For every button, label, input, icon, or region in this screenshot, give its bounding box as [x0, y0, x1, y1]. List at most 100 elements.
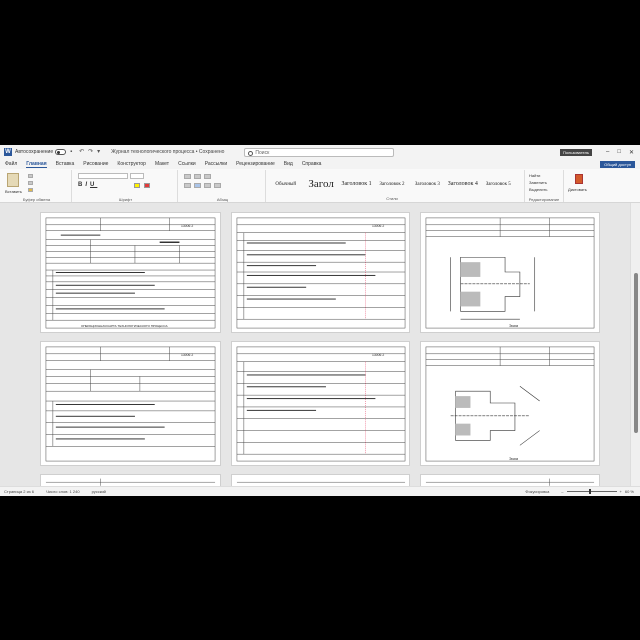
style-heading-2[interactable]: Заголовок 2 [374, 182, 409, 187]
tab-draw[interactable]: Рисование [83, 161, 108, 167]
tab-insert[interactable]: Вставка [56, 161, 75, 167]
page-5-table [236, 346, 406, 462]
save-icon[interactable]: ▪ [70, 149, 76, 155]
editing-group: Найти Заменить Выделить Редактирование [524, 170, 564, 202]
font-size-select[interactable] [130, 173, 144, 179]
styles-gallery: Обычный Загол Заголовок 1 Заголовок 2 За… [268, 171, 516, 197]
paste-icon[interactable] [7, 173, 19, 187]
close-icon[interactable]: ✕ [629, 149, 634, 156]
scrollbar-thumb[interactable] [634, 273, 638, 433]
numbering-icon[interactable] [194, 174, 201, 179]
styles-label: Стили [386, 196, 398, 201]
paragraph-group: Абзац [180, 170, 266, 202]
share-button[interactable]: Общий доступ [600, 160, 635, 168]
page-5: 13006 2 [231, 341, 410, 466]
justify-icon[interactable] [214, 183, 221, 188]
style-normal[interactable]: Обычный [268, 182, 303, 187]
cut-icon[interactable] [28, 174, 33, 178]
page-8-table [236, 481, 406, 483]
zoom-slider[interactable] [566, 489, 617, 494]
tab-home[interactable]: Главная [26, 161, 47, 168]
page-2-code: 13006 2 [372, 224, 385, 228]
search-input[interactable]: Поиск [244, 147, 395, 157]
style-heading-4[interactable]: Заголовок 4 [445, 181, 480, 187]
language[interactable]: русский [92, 489, 106, 494]
style-title[interactable]: Загол [303, 178, 338, 190]
align-center-icon[interactable] [194, 183, 201, 188]
tab-layout[interactable]: Макет [155, 161, 169, 167]
page-count[interactable]: Страница 2 из 6 [4, 489, 34, 494]
page-4-code: 13006 2 [181, 353, 194, 357]
dictate-icon[interactable] [575, 174, 583, 184]
page-4-table [45, 346, 216, 462]
tab-file[interactable]: Файл [5, 161, 17, 167]
page-9 [420, 474, 600, 486]
font-group: BIU Шрифт [74, 170, 178, 202]
style-heading-3[interactable]: Заголовок 3 [410, 182, 445, 187]
font-label: Шрифт [118, 197, 133, 202]
voice-group: Диктовать [566, 170, 592, 202]
status-bar: Страница 2 из 6 Число слов: 1 240 русски… [0, 486, 640, 496]
select-button[interactable]: Выделить [529, 187, 547, 192]
zoom-control: – + 60 % [561, 489, 634, 494]
quick-access-toolbar: ▪ ↶ ↷ ▾ [70, 149, 103, 155]
document-workspace[interactable]: 13006 2 ОПЕРАЦИОННАЯ КАРТА ТЕХНОЛОГИЧЕСК… [0, 203, 630, 486]
page-6-sketch [425, 346, 595, 462]
word-window: W Автосохранение ▪ ↶ ↷ ▾ Журнал технолог… [0, 145, 640, 496]
word-count[interactable]: Число слов: 1 240 [46, 489, 80, 494]
page-1-code: 13006 2 [181, 224, 194, 228]
tab-review[interactable]: Рецензирование [236, 161, 275, 167]
align-left-icon[interactable] [184, 183, 191, 188]
customize-icon[interactable]: ▾ [97, 149, 103, 155]
window-controls: – □ ✕ [606, 149, 634, 156]
zoom-out-icon[interactable]: – [561, 489, 563, 494]
page-2: 13006 2 [231, 212, 410, 333]
font-format-buttons[interactable]: BIU [78, 182, 97, 188]
tab-help[interactable]: Справка [302, 161, 322, 167]
autosave-label: Автосохранение [15, 149, 54, 155]
paragraph-label: Абзац [216, 197, 229, 202]
copy-icon[interactable] [28, 181, 33, 185]
screen-background: W Автосохранение ▪ ↶ ↷ ▾ Журнал технолог… [0, 0, 640, 640]
toggle-icon[interactable] [55, 149, 67, 155]
word-logo-icon: W [4, 148, 12, 156]
autosave-toggle[interactable]: Автосохранение [15, 149, 67, 155]
multilevel-icon[interactable] [204, 174, 211, 179]
redo-icon[interactable]: ↷ [88, 149, 94, 155]
page-4: 13006 2 [40, 341, 221, 466]
style-heading-5[interactable]: Заголовок 5 [481, 182, 516, 187]
dictate-button[interactable]: Диктовать [568, 187, 587, 192]
zoom-level[interactable]: 60 % [625, 489, 634, 494]
page-3: Эскиз [420, 212, 600, 333]
tab-references[interactable]: Ссылки [178, 161, 196, 167]
focus-button[interactable]: Фокусировка [525, 489, 549, 494]
page-5-code: 13006 2 [372, 353, 385, 357]
find-button[interactable]: Найти [529, 173, 540, 178]
vertical-scrollbar[interactable] [630, 203, 640, 486]
minimize-icon[interactable]: – [606, 149, 609, 156]
maximize-icon[interactable]: □ [617, 149, 621, 156]
highlight-icon[interactable] [134, 183, 140, 188]
style-heading-1[interactable]: Заголовок 1 [339, 181, 374, 187]
tab-mailings[interactable]: Рассылки [205, 161, 227, 167]
page-7 [40, 474, 221, 486]
title-bar: W Автосохранение ▪ ↶ ↷ ▾ Журнал технолог… [0, 145, 640, 159]
page-9-table [425, 478, 595, 486]
page-1: 13006 2 ОПЕРАЦИОННАЯ КАРТА ТЕХНОЛОГИЧЕСК… [40, 212, 221, 333]
align-right-icon[interactable] [204, 183, 211, 188]
zoom-in-icon[interactable]: + [620, 489, 622, 494]
undo-icon[interactable]: ↶ [79, 149, 85, 155]
format-painter-icon[interactable] [28, 188, 33, 192]
ribbon-home: Вставить Буфер обмена BIU Шрифт Абзац Об… [0, 169, 640, 203]
bullets-icon[interactable] [184, 174, 191, 179]
tab-view[interactable]: Вид [284, 161, 293, 167]
font-name-select[interactable] [78, 173, 128, 179]
paste-button[interactable]: Вставить [5, 189, 22, 194]
tab-design[interactable]: Конструктор [117, 161, 146, 167]
ribbon-tabs: Файл Главная Вставка Рисование Конструкт… [0, 159, 640, 169]
font-color-icon[interactable] [144, 183, 150, 188]
page-6-sketch-label: Эскиз [509, 457, 519, 461]
user-account[interactable]: Пользователь [560, 148, 592, 156]
replace-button[interactable]: Заменить [529, 180, 547, 185]
clipboard-label: Буфер обмена [22, 197, 51, 202]
